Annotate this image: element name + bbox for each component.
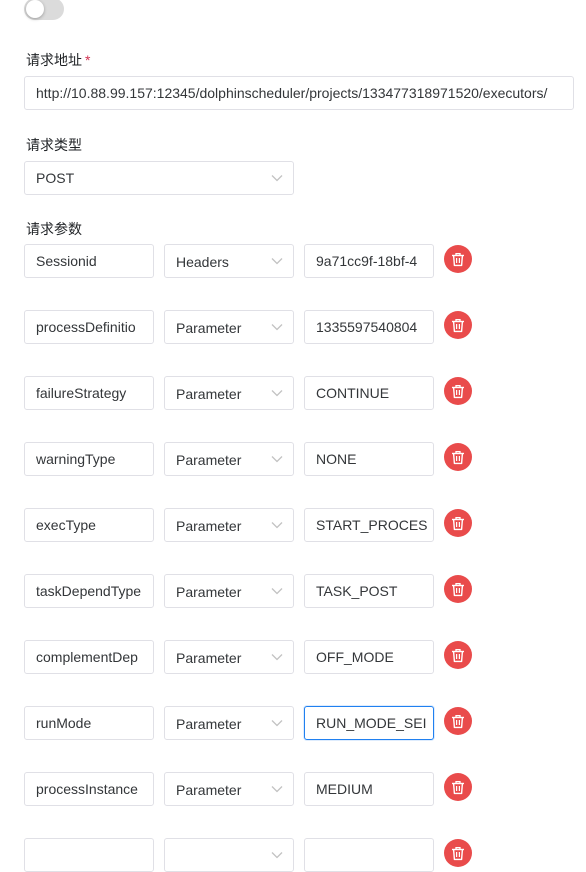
trash-icon <box>452 252 464 266</box>
delete-param-button[interactable] <box>444 575 472 603</box>
param-type-select[interactable]: Parameter <box>164 574 294 608</box>
trash-icon <box>452 318 464 332</box>
delete-param-button[interactable] <box>444 839 472 867</box>
trash-icon <box>452 648 464 662</box>
chevron-down-icon <box>271 390 283 397</box>
param-value-text: 9a71cc9f-18bf-4 <box>316 253 418 269</box>
chevron-down-icon <box>271 456 283 463</box>
url-input-value: http://10.88.99.157:12345/dolphinschedul… <box>36 85 548 101</box>
delete-param-button[interactable] <box>444 245 472 273</box>
chevron-down-icon <box>271 175 283 182</box>
delete-param-button[interactable] <box>444 443 472 471</box>
param-value-text: 1335597540804 <box>316 319 418 335</box>
param-value-input[interactable]: OFF_MODE <box>304 640 434 674</box>
param-name-value: Sessionid <box>36 253 97 269</box>
delete-param-button[interactable] <box>444 377 472 405</box>
param-name-input[interactable]: complementDep <box>24 640 154 674</box>
param-type-value: Parameter <box>176 320 242 336</box>
param-name-value: execType <box>36 517 96 533</box>
param-value-input[interactable]: 9a71cc9f-18bf-4 <box>304 244 434 278</box>
trash-icon <box>452 780 464 794</box>
param-type-select[interactable]: Parameter <box>164 442 294 476</box>
trash-icon <box>452 714 464 728</box>
param-name-input[interactable]: warningType <box>24 442 154 476</box>
param-value-input[interactable]: NONE <box>304 442 434 476</box>
chevron-down-icon <box>271 852 283 859</box>
trash-icon <box>452 516 464 530</box>
param-value-input[interactable]: CONTINUE <box>304 376 434 410</box>
param-value-text: TASK_POST <box>316 583 398 599</box>
method-label: 请求类型 <box>26 137 82 153</box>
param-name-value: complementDep <box>36 649 138 665</box>
param-name-input[interactable]: processDefinitio <box>24 310 154 344</box>
param-type-select[interactable]: Parameter <box>164 706 294 740</box>
param-value-input[interactable] <box>304 838 434 872</box>
chevron-down-icon <box>271 786 283 793</box>
required-mark: * <box>85 52 91 68</box>
param-type-select[interactable]: Parameter <box>164 640 294 674</box>
delete-param-button[interactable] <box>444 641 472 669</box>
chevron-down-icon <box>271 588 283 595</box>
param-value-input[interactable]: MEDIUM <box>304 772 434 806</box>
param-name-input[interactable]: processInstance <box>24 772 154 806</box>
delete-param-button[interactable] <box>444 311 472 339</box>
param-name-input[interactable]: execType <box>24 508 154 542</box>
param-type-value: Parameter <box>176 782 242 798</box>
delete-param-button[interactable] <box>444 707 472 735</box>
trash-icon <box>452 450 464 464</box>
params-label: 请求参数 <box>26 221 82 237</box>
param-type-value: Parameter <box>176 716 242 732</box>
param-value-text: RUN_MODE_SEI <box>316 715 427 731</box>
param-type-select[interactable]: Parameter <box>164 376 294 410</box>
url-label-text: 请求地址 <box>26 52 82 68</box>
switch-knob <box>26 0 44 18</box>
param-value-input[interactable]: RUN_MODE_SEI <box>304 706 434 740</box>
param-value-input[interactable]: TASK_POST <box>304 574 434 608</box>
param-type-value: Headers <box>176 254 229 270</box>
chevron-down-icon <box>271 258 283 265</box>
param-value-input[interactable]: 1335597540804 <box>304 310 434 344</box>
param-type-value: Parameter <box>176 452 242 468</box>
param-value-text: MEDIUM <box>316 781 373 797</box>
param-name-input[interactable]: failureStrategy <box>24 376 154 410</box>
chevron-down-icon <box>271 324 283 331</box>
param-name-input[interactable]: taskDependType <box>24 574 154 608</box>
param-name-input[interactable]: Sessionid <box>24 244 154 278</box>
param-name-value: runMode <box>36 715 92 731</box>
trash-icon <box>452 384 464 398</box>
delete-param-button[interactable] <box>444 773 472 801</box>
param-type-value: Parameter <box>176 584 242 600</box>
param-type-value: Parameter <box>176 518 242 534</box>
param-name-input[interactable] <box>24 838 154 872</box>
trash-icon <box>452 846 464 860</box>
param-type-select[interactable] <box>164 838 294 872</box>
param-value-text: NONE <box>316 451 357 467</box>
param-name-value: taskDependType <box>36 583 142 599</box>
param-value-text: OFF_MODE <box>316 649 394 665</box>
param-name-value: failureStrategy <box>36 385 127 401</box>
param-type-select[interactable]: Headers <box>164 244 294 278</box>
method-select-value: POST <box>36 170 75 186</box>
param-type-select[interactable]: Parameter <box>164 310 294 344</box>
method-select[interactable]: POST <box>24 161 294 195</box>
param-type-select[interactable]: Parameter <box>164 508 294 542</box>
trash-icon <box>452 582 464 596</box>
param-value-text: CONTINUE <box>316 385 390 401</box>
delete-param-button[interactable] <box>444 509 472 537</box>
param-value-input[interactable]: START_PROCES <box>304 508 434 542</box>
url-input[interactable]: http://10.88.99.157:12345/dolphinschedul… <box>24 76 574 110</box>
param-name-input[interactable]: runMode <box>24 706 154 740</box>
chevron-down-icon <box>271 522 283 529</box>
param-name-value: warningType <box>36 451 116 467</box>
param-type-value: Parameter <box>176 386 242 402</box>
chevron-down-icon <box>271 654 283 661</box>
param-name-value: processInstance <box>36 781 138 797</box>
param-value-text: START_PROCES <box>316 517 428 533</box>
url-label: 请求地址 * <box>26 50 90 70</box>
param-name-value: processDefinitio <box>36 319 136 335</box>
param-type-value: Parameter <box>176 650 242 666</box>
enable-switch[interactable] <box>24 0 64 20</box>
chevron-down-icon <box>271 720 283 727</box>
param-type-select[interactable]: Parameter <box>164 772 294 806</box>
